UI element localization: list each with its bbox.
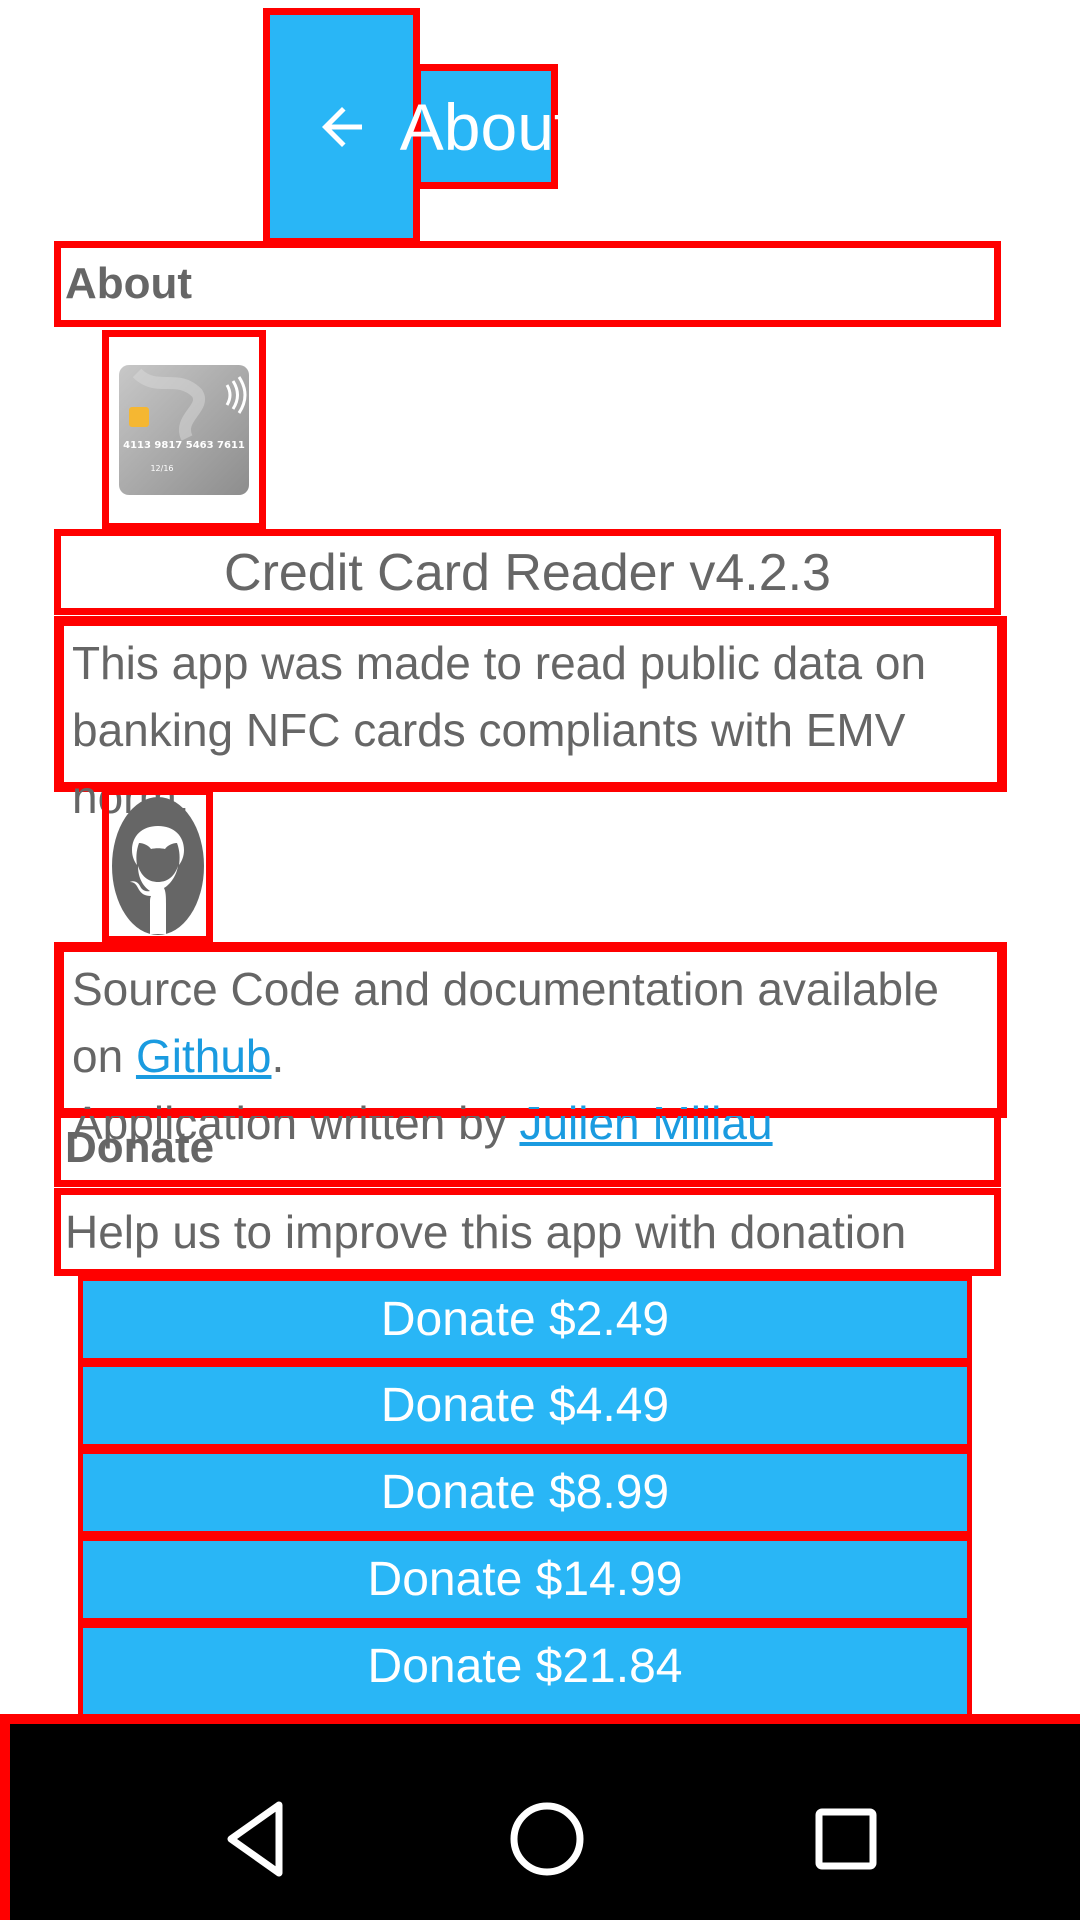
donate-header-text: Donate — [65, 1123, 215, 1172]
about-header: About — [54, 241, 1001, 327]
source-suffix-text: . — [271, 1030, 285, 1082]
nav-home-button[interactable] — [487, 1779, 607, 1899]
toolbar-title-text: About — [399, 89, 573, 164]
donate-description-text: Help us to improve this app with donatio… — [65, 1206, 907, 1258]
square-recents-icon — [815, 1808, 877, 1870]
card-image: 4113 9817 5463 7611 12/16 — [102, 330, 266, 530]
donate-button-1[interactable]: Donate $2.49 — [78, 1276, 972, 1363]
github-link[interactable]: Github — [136, 1030, 272, 1082]
donate-button-2[interactable]: Donate $4.49 — [78, 1362, 972, 1449]
app-version-text: Credit Card Reader v4.2.3 — [224, 544, 831, 602]
github-logo[interactable] — [102, 788, 213, 943]
donate-button-label: Donate $14.99 — [367, 1553, 683, 1606]
nav-back-button[interactable] — [196, 1779, 316, 1899]
donate-button-3[interactable]: Donate $8.99 — [78, 1449, 972, 1536]
about-header-text: About — [65, 259, 193, 308]
triangle-back-icon — [227, 1801, 283, 1877]
toolbar-title: About — [400, 64, 572, 189]
donate-button-label: Donate $4.49 — [380, 1379, 670, 1432]
github-icon — [111, 796, 204, 935]
card-expiry-text: 12/16 — [150, 464, 173, 473]
card-number-text: 4113 9817 5463 7611 — [123, 440, 245, 451]
donate-button-5[interactable]: Donate $21.84 — [78, 1623, 972, 1710]
donate-button-label: Donate $8.99 — [380, 1466, 670, 1519]
system-nav-bar — [0, 1714, 1080, 1920]
circle-home-icon — [510, 1802, 584, 1876]
back-button[interactable] — [263, 8, 420, 245]
app-version: Credit Card Reader v4.2.3 — [54, 529, 1001, 615]
nav-recents-button[interactable] — [786, 1779, 906, 1899]
donate-description: Help us to improve this app with donatio… — [54, 1188, 1001, 1276]
donate-button-label: Donate $2.49 — [380, 1293, 670, 1346]
source-info: Source Code and documentation available … — [54, 942, 1007, 1149]
donate-button-label: Donate $21.84 — [367, 1640, 683, 1693]
arrow-left-icon — [321, 106, 362, 147]
donate-button-4[interactable]: Donate $14.99 — [78, 1536, 972, 1623]
app-description: This app was made to read public data on… — [54, 616, 1007, 823]
source-line: Source Code and documentation available … — [72, 956, 997, 1090]
donate-header: Donate — [54, 1109, 1001, 1187]
credit-card-icon: 4113 9817 5463 7611 12/16 — [119, 365, 249, 495]
